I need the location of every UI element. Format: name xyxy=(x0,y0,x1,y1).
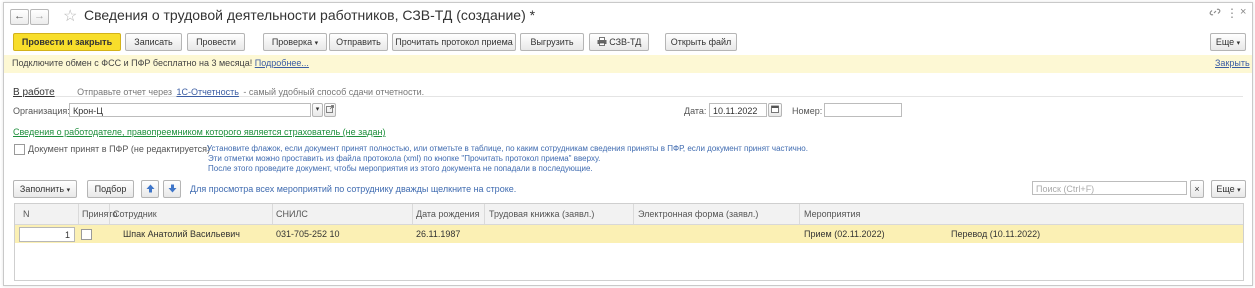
organization-label: Организация: xyxy=(13,106,70,116)
table-header: N Принято Сотрудник СНИЛС Дата рождения … xyxy=(15,204,1243,225)
printer-icon xyxy=(597,37,610,47)
row-snils: 031-705-252 10 xyxy=(276,229,340,239)
column-birth-date[interactable]: Дата рождения xyxy=(416,209,480,219)
promo-infobar: Подключите обмен с ФСС и ПФР бесплатно н… xyxy=(4,55,1252,73)
chevron-down-icon: ▾ xyxy=(1236,40,1241,47)
chevron-down-icon: ▾ xyxy=(1237,187,1241,194)
column-events[interactable]: Мероприятия xyxy=(804,209,860,219)
employees-table: N Принято Сотрудник СНИЛС Дата рождения … xyxy=(14,203,1244,281)
title-bar: ← → ☆ Сведения о трудовой деятельности р… xyxy=(4,3,1252,28)
search-clear-icon[interactable]: × xyxy=(1190,180,1204,198)
table-row[interactable]: 1 Шпак Анатолий Васильевич 031-705-252 1… xyxy=(15,225,1243,243)
more-label: Еще xyxy=(1215,37,1235,47)
move-down-arrow-icon[interactable] xyxy=(163,180,181,198)
status-text-before: Отправьте отчет через xyxy=(77,87,173,97)
more-button[interactable]: Еще ▾ xyxy=(1210,33,1246,51)
chevron-down-icon: ▾ xyxy=(314,40,319,47)
calendar-icon[interactable] xyxy=(768,103,782,117)
save-button[interactable]: Записать xyxy=(125,33,182,51)
column-n[interactable]: N xyxy=(23,209,30,219)
status-text-after: - самый удобный способ сдачи отчетности. xyxy=(243,87,425,97)
row-birth-date: 26.11.1987 xyxy=(416,229,461,239)
promo-more-link[interactable]: Подробнее... xyxy=(255,58,309,68)
search-input[interactable]: Поиск (Ctrl+F) xyxy=(1032,181,1187,195)
open-file-button[interactable]: Открыть файл xyxy=(665,33,737,51)
favorite-star-icon[interactable]: ☆ xyxy=(63,6,77,26)
chevron-down-icon: ▾ xyxy=(66,187,71,194)
accepted-hint: Установите флажок, если документ принят … xyxy=(207,144,808,174)
promo-close-link[interactable]: Закрыть xyxy=(1215,58,1250,68)
print-szv-td-button[interactable]: СЗВ-ТД xyxy=(589,33,649,51)
link-icon[interactable] xyxy=(1209,6,1221,21)
hint-line-3: После этого проведите документ, чтобы ме… xyxy=(208,164,593,173)
date-label: Дата: xyxy=(684,106,707,116)
move-up-arrow-icon[interactable] xyxy=(141,180,159,198)
row-event-hire: Прием (02.11.2022) xyxy=(804,229,885,239)
row-event-transfer: Перевод (10.11.2022) xyxy=(951,229,1041,239)
date-field[interactable]: 10.11.2022 xyxy=(709,103,767,117)
table-more-label: Еще xyxy=(1216,184,1235,194)
number-field[interactable] xyxy=(824,103,902,117)
table-hint: Для просмотра всех мероприятий по сотруд… xyxy=(190,184,517,194)
reporting-service-link[interactable]: 1С-Отчетность xyxy=(176,87,238,97)
organization-field[interactable]: Крон-Ц xyxy=(69,103,311,117)
promo-text: Подключите обмен с ФСС и ПФР бесплатно н… xyxy=(12,58,253,68)
number-label: Номер: xyxy=(792,106,823,116)
check-button[interactable]: Проверка ▾ xyxy=(263,33,327,51)
row-employee: Шпак Анатолий Васильевич xyxy=(123,229,240,239)
hint-line-1: Установите флажок, если документ принят … xyxy=(207,144,808,153)
close-icon[interactable]: × xyxy=(1240,6,1246,18)
forward-icon[interactable]: → xyxy=(30,9,49,25)
post-and-close-button[interactable]: Провести и закрыть xyxy=(13,33,121,51)
row-accepted-checkbox[interactable] xyxy=(81,229,92,240)
organization-dropdown-chevron-icon[interactable]: ▾ xyxy=(312,103,323,117)
check-button-label: Проверка xyxy=(271,37,313,47)
status-line: В работе Отправьте отчет через 1С-Отчетн… xyxy=(13,82,1243,98)
back-icon[interactable]: ← xyxy=(10,9,29,25)
fill-button[interactable]: Заполнить ▾ xyxy=(13,180,77,198)
row-number-cell[interactable]: 1 xyxy=(19,227,75,242)
send-button[interactable]: Отправить xyxy=(329,33,388,51)
organization-open-icon[interactable] xyxy=(324,103,336,117)
post-button[interactable]: Провести xyxy=(187,33,245,51)
column-employee[interactable]: Сотрудник xyxy=(113,209,157,219)
table-more-button[interactable]: Еще ▾ xyxy=(1211,180,1246,198)
export-button[interactable]: Выгрузить xyxy=(520,33,584,51)
employer-successor-link[interactable]: Сведения о работодателе, правопреемником… xyxy=(13,127,386,137)
read-protocol-button[interactable]: Прочитать протокол приема xyxy=(392,33,516,51)
column-electronic-form[interactable]: Электронная форма (заявл.) xyxy=(638,209,758,219)
fill-label: Заполнить xyxy=(19,184,65,194)
accepted-in-pfr-label: Документ принят в ПФР (не редактируется) xyxy=(28,144,211,154)
select-button[interactable]: Подбор xyxy=(87,180,134,198)
status-link[interactable]: В работе xyxy=(13,87,55,98)
document-window: ← → ☆ Сведения о трудовой деятельности р… xyxy=(3,2,1253,286)
row-number: 1 xyxy=(64,230,70,240)
accepted-in-pfr-checkbox[interactable] xyxy=(14,144,25,155)
column-snils[interactable]: СНИЛС xyxy=(276,209,308,219)
print-label: СЗВ-ТД xyxy=(609,37,642,47)
column-work-book[interactable]: Трудовая книжка (заявл.) xyxy=(489,209,594,219)
promo-text-wrap: Подключите обмен с ФСС и ПФР бесплатно н… xyxy=(12,58,309,68)
hint-line-2: Эти отметки можно проставить из файла пр… xyxy=(208,154,601,163)
window-title: Сведения о трудовой деятельности работни… xyxy=(84,7,536,23)
menu-icon[interactable]: ⋮ xyxy=(1226,6,1238,20)
